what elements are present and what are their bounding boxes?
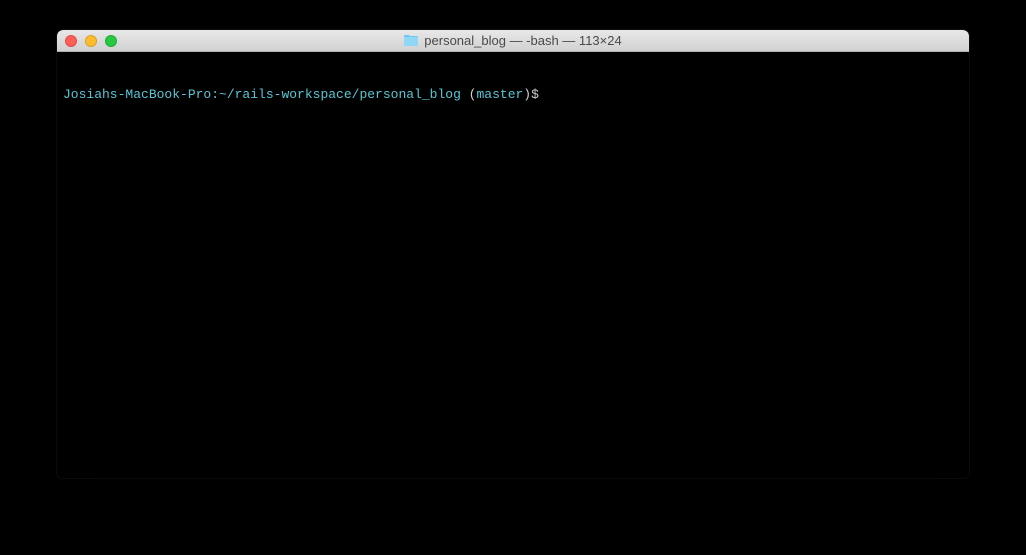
terminal-window: personal_blog — -bash — 113×24 Josiahs-M… xyxy=(57,30,969,478)
traffic-lights xyxy=(57,35,117,47)
prompt-path: ~/rails-workspace/personal_blog xyxy=(219,87,461,102)
prompt-symbol: $ xyxy=(531,87,539,102)
prompt-branch: master xyxy=(476,87,523,102)
window-title: personal_blog — -bash — 113×24 xyxy=(57,33,969,48)
prompt-host: Josiahs-MacBook-Pro: xyxy=(63,87,219,102)
titlebar[interactable]: personal_blog — -bash — 113×24 xyxy=(57,30,969,52)
window-title-text: personal_blog — -bash — 113×24 xyxy=(424,33,621,48)
maximize-icon[interactable] xyxy=(105,35,117,47)
terminal-body[interactable]: Josiahs-MacBook-Pro:~/rails-workspace/pe… xyxy=(57,52,969,478)
prompt-line: Josiahs-MacBook-Pro:~/rails-workspace/pe… xyxy=(63,87,963,103)
close-icon[interactable] xyxy=(65,35,77,47)
prompt-paren-open: ( xyxy=(461,87,477,102)
minimize-icon[interactable] xyxy=(85,35,97,47)
prompt-paren-close: ) xyxy=(523,87,531,102)
folder-icon xyxy=(404,35,418,46)
